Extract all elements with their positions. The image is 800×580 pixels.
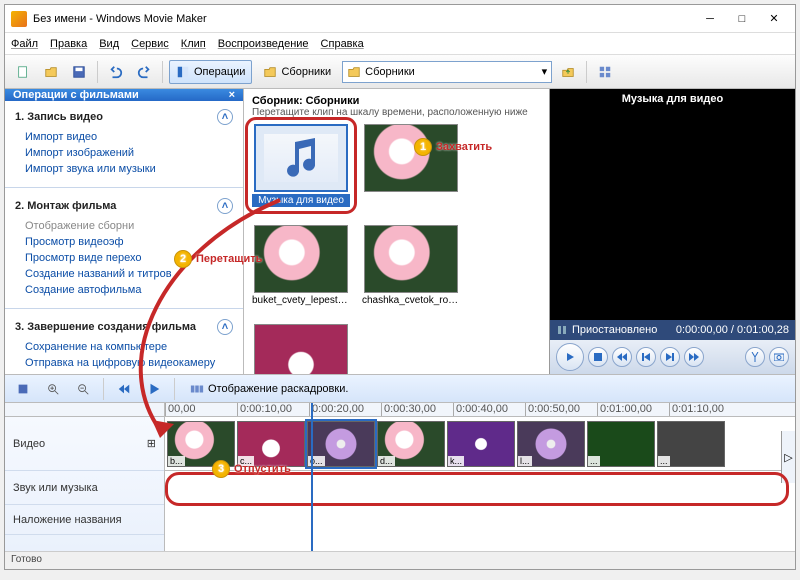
timeline-clip[interactable]: l... — [517, 421, 585, 467]
titlebar: Без имени - Windows Movie Maker ─ □ ✕ — [5, 5, 795, 33]
storyboard-toggle[interactable]: Отображение раскадровки. — [183, 377, 355, 401]
preview-status: Приостановлено 0:00:00,00 / 0:01:00,28 — [550, 320, 795, 340]
maximize-button[interactable]: □ — [727, 9, 757, 29]
split-button[interactable] — [745, 347, 765, 367]
toolbar: Операции Сборники Сборники▾ — [5, 55, 795, 89]
callout-drop: 3Отпустить — [212, 460, 291, 478]
chevron-down-icon: ▾ — [542, 65, 548, 78]
tasks-pane: Операции с фильмами× 1. Запись видео˄ Им… — [5, 89, 243, 374]
task-group-capture: 1. Запись видео˄ — [15, 105, 233, 129]
clip-thumb[interactable]: chashka_cvetok_roza_8... — [362, 225, 460, 306]
task-make-titles[interactable]: Создание названий и титров — [15, 266, 233, 282]
timeline-clip[interactable]: d... — [377, 421, 445, 467]
collection-select[interactable]: Сборники▾ — [342, 61, 552, 83]
undo-button[interactable] — [104, 60, 128, 84]
preview-title: Музыка для видео — [550, 89, 795, 109]
menubar: Файл Правка Вид Сервис Клип Воспроизведе… — [5, 33, 795, 55]
preview-pane: Музыка для видео Приостановлено 0:00:00,… — [549, 89, 795, 374]
next-button[interactable] — [684, 347, 704, 367]
task-automovie[interactable]: Создание автофильма — [15, 282, 233, 298]
track-labels: Видео⊞ Звук или музыка Наложение названи… — [5, 403, 165, 551]
up-level-button[interactable] — [556, 60, 580, 84]
task-import-video[interactable]: Импорт видео — [15, 129, 233, 145]
clip-thumb[interactable]: buket_cvety_lepestki_be... — [252, 225, 350, 306]
timeline-toolbar: Отображение раскадровки. — [5, 375, 795, 403]
snapshot-button[interactable] — [769, 347, 789, 367]
close-button[interactable]: ✕ — [759, 9, 789, 29]
menu-clip[interactable]: Клип — [181, 38, 206, 50]
task-group-edit: 2. Монтаж фильма˄ — [15, 194, 233, 218]
audio-track-label: Звук или музыка — [5, 471, 164, 505]
task-group-finish: 3. Завершение создания фильма˄ — [15, 315, 233, 339]
tl-play-button[interactable] — [142, 377, 166, 401]
task-save-computer[interactable]: Сохранение на компьютере — [15, 339, 233, 355]
menu-help[interactable]: Справка — [321, 38, 364, 50]
view-thumbnails-button[interactable] — [593, 60, 617, 84]
open-button[interactable] — [39, 60, 63, 84]
title-track[interactable] — [165, 507, 795, 537]
preview-time: 0:00:00,00 / 0:01:00,28 — [676, 324, 789, 336]
redo-button[interactable] — [132, 60, 156, 84]
collection-pane: Сборник: Сборники Перетащите клип на шка… — [243, 89, 549, 374]
collapse-icon[interactable]: ˄ — [217, 109, 233, 125]
content-area: Операции с фильмами× 1. Запись видео˄ Им… — [5, 89, 795, 375]
menu-tools[interactable]: Сервис — [131, 38, 169, 50]
clip-thumb[interactable] — [362, 124, 460, 207]
menu-file[interactable]: Файл — [11, 38, 38, 50]
new-button[interactable] — [11, 60, 35, 84]
step-fwd-button[interactable] — [660, 347, 680, 367]
preview-screen — [550, 109, 795, 320]
app-icon — [11, 11, 27, 27]
tasks-close-icon[interactable]: × — [229, 89, 235, 101]
step-back-button[interactable] — [636, 347, 656, 367]
statusbar: Готово — [5, 551, 795, 569]
preview-controls — [550, 340, 795, 374]
collection-title: Сборник: Сборники — [252, 95, 541, 107]
pause-status-icon — [556, 324, 568, 336]
menu-edit[interactable]: Правка — [50, 38, 87, 50]
collections-toggle[interactable]: Сборники — [256, 60, 338, 84]
timeline-clip[interactable]: k... — [447, 421, 515, 467]
task-import-pictures[interactable]: Импорт изображений — [15, 145, 233, 161]
prev-button[interactable] — [612, 347, 632, 367]
timeline-clip[interactable]: o... — [307, 421, 375, 467]
collection-subtitle: Перетащите клип на шкалу времени, распол… — [252, 107, 541, 118]
tl-zoomin-button[interactable] — [41, 377, 65, 401]
collapse-icon[interactable]: ˄ — [217, 319, 233, 335]
collapse-icon[interactable]: ˄ — [217, 198, 233, 214]
time-ruler: 00,000:00:10,000:00:20,000:00:30,000:00:… — [165, 403, 795, 417]
title-track-label: Наложение названия — [5, 505, 164, 535]
music-note-icon — [264, 134, 338, 182]
task-send-dv[interactable]: Отправка на цифровую видеокамеру — [15, 355, 233, 371]
save-button[interactable] — [67, 60, 91, 84]
task-show-collections[interactable]: Отображение сборни — [15, 218, 233, 234]
app-window: Без имени - Windows Movie Maker ─ □ ✕ Фа… — [4, 4, 796, 570]
menu-view[interactable]: Вид — [99, 38, 119, 50]
playhead[interactable] — [311, 403, 313, 551]
clip-music[interactable]: Музыка для видео — [252, 124, 350, 207]
callout-drag: 2Перетащить — [174, 250, 262, 268]
play-button[interactable] — [556, 343, 584, 371]
video-track-label: Видео⊞ — [5, 417, 164, 471]
tl-narrate-button[interactable] — [11, 377, 35, 401]
tasks-toggle[interactable]: Операции — [169, 60, 252, 84]
window-title: Без имени - Windows Movie Maker — [33, 13, 695, 25]
task-view-effects[interactable]: Просмотр видеоэф — [15, 234, 233, 250]
callout-grab: 1Захватить — [414, 138, 492, 156]
menu-play[interactable]: Воспроизведение — [218, 38, 309, 50]
minimize-button[interactable]: ─ — [695, 9, 725, 29]
tl-rewind-button[interactable] — [112, 377, 136, 401]
stop-button[interactable] — [588, 347, 608, 367]
task-import-audio[interactable]: Импорт звука или музыки — [15, 161, 233, 177]
timeline-clip[interactable]: ... — [587, 421, 655, 467]
clip-thumb[interactable]: cvet_rozovyy_lepestki_r... — [252, 324, 350, 375]
timeline-clip[interactable]: ... — [657, 421, 725, 467]
timeline-pane: Отображение раскадровки. Видео⊞ Звук или… — [5, 375, 795, 551]
tl-zoomout-button[interactable] — [71, 377, 95, 401]
tasks-header: Операции с фильмами× — [5, 89, 243, 101]
